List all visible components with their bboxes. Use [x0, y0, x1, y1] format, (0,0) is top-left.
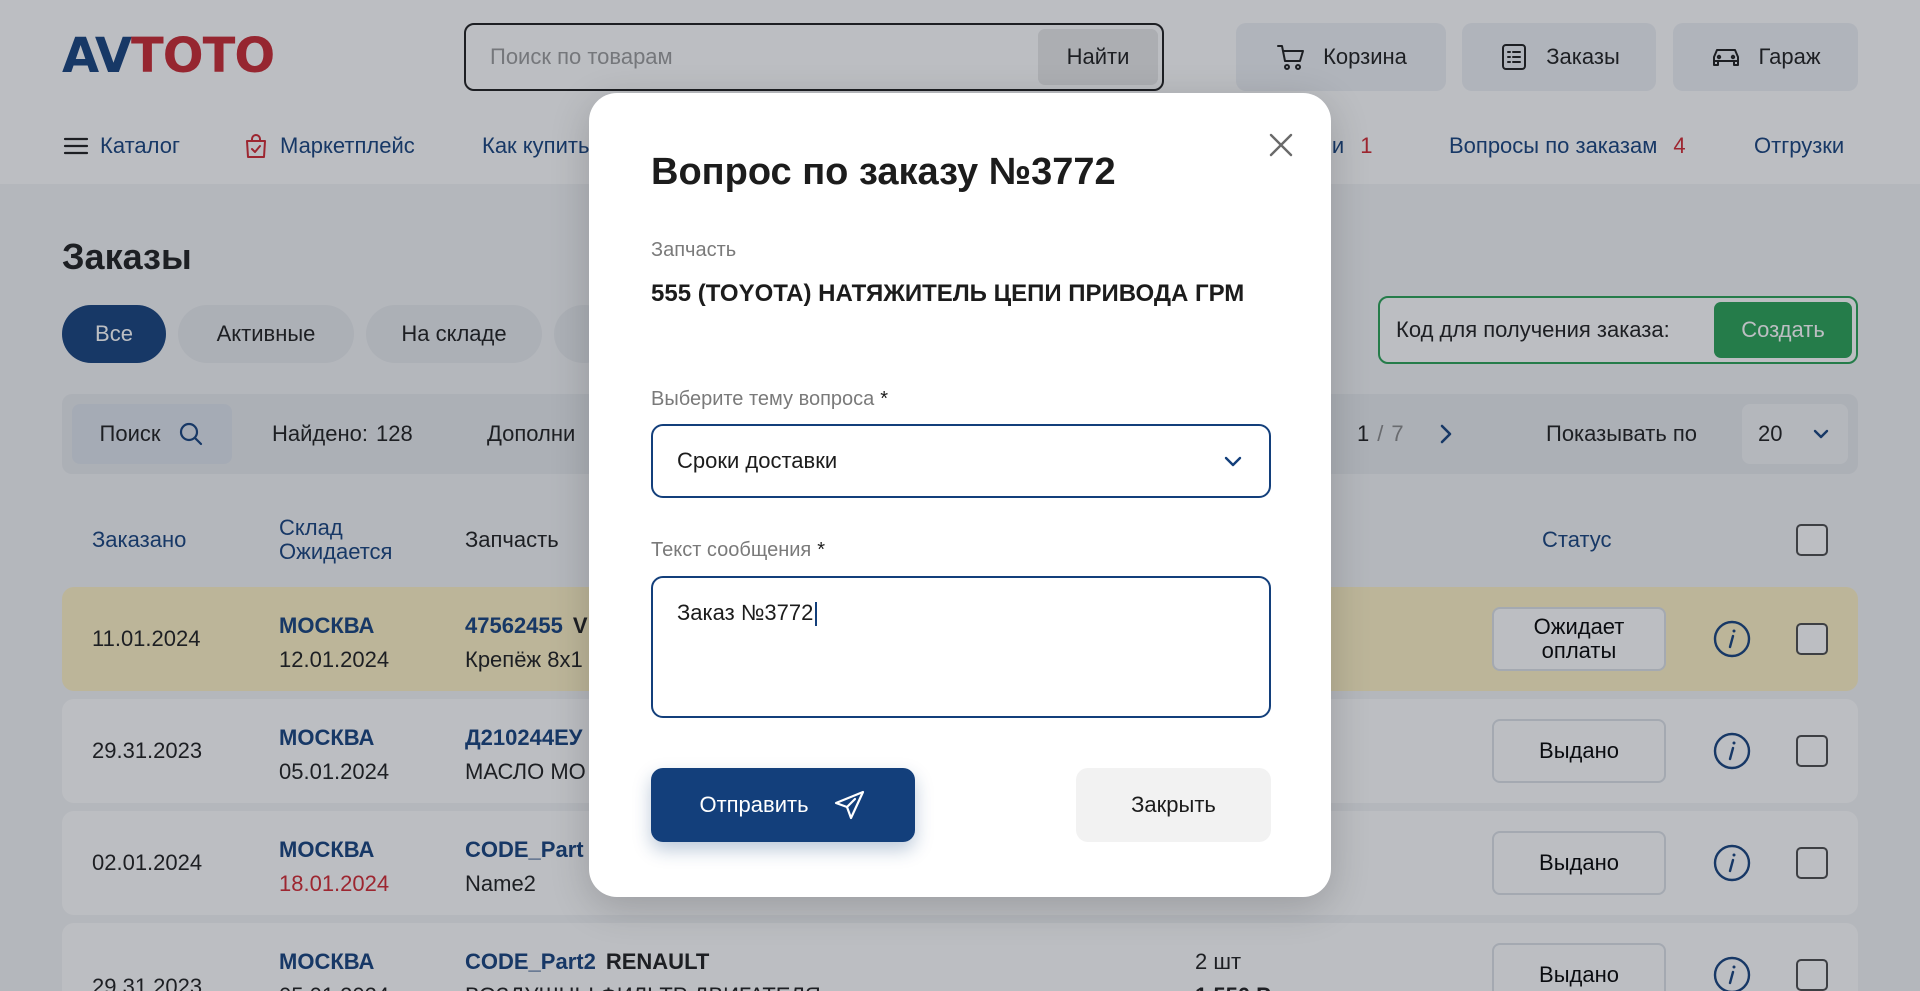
close-button[interactable]: Закрыть — [1076, 768, 1271, 842]
part-name: 555 (TOYOTA) НАТЯЖИТЕЛЬ ЦЕПИ ПРИВОДА ГРМ — [651, 280, 1245, 307]
message-value: Заказ №3772 — [677, 600, 814, 625]
text-caret — [815, 602, 818, 627]
modal-title: Вопрос по заказу №3772 — [651, 151, 1116, 193]
message-textarea[interactable]: Заказ №3772 — [651, 576, 1271, 718]
send-button-label: Отправить — [699, 792, 809, 817]
topic-select[interactable]: Сроки доставки — [651, 424, 1271, 498]
message-label: Текст сообщения * — [651, 539, 825, 562]
part-label: Запчасть — [651, 239, 737, 261]
topic-value: Сроки доставки — [677, 448, 838, 473]
chevron-down-icon — [1224, 456, 1242, 467]
paper-plane-icon — [834, 790, 864, 820]
topic-label: Выберите тему вопроса * — [651, 388, 888, 411]
close-icon[interactable] — [1265, 129, 1297, 161]
topic-label-text: Выберите тему вопроса — [651, 388, 875, 410]
message-label-text: Текст сообщения — [651, 539, 812, 561]
send-button[interactable]: Отправить — [651, 768, 915, 842]
order-question-modal: Вопрос по заказу №3772 Запчасть 555 (TOY… — [589, 93, 1331, 897]
required-mark: * — [880, 388, 889, 410]
required-mark: * — [817, 539, 826, 561]
